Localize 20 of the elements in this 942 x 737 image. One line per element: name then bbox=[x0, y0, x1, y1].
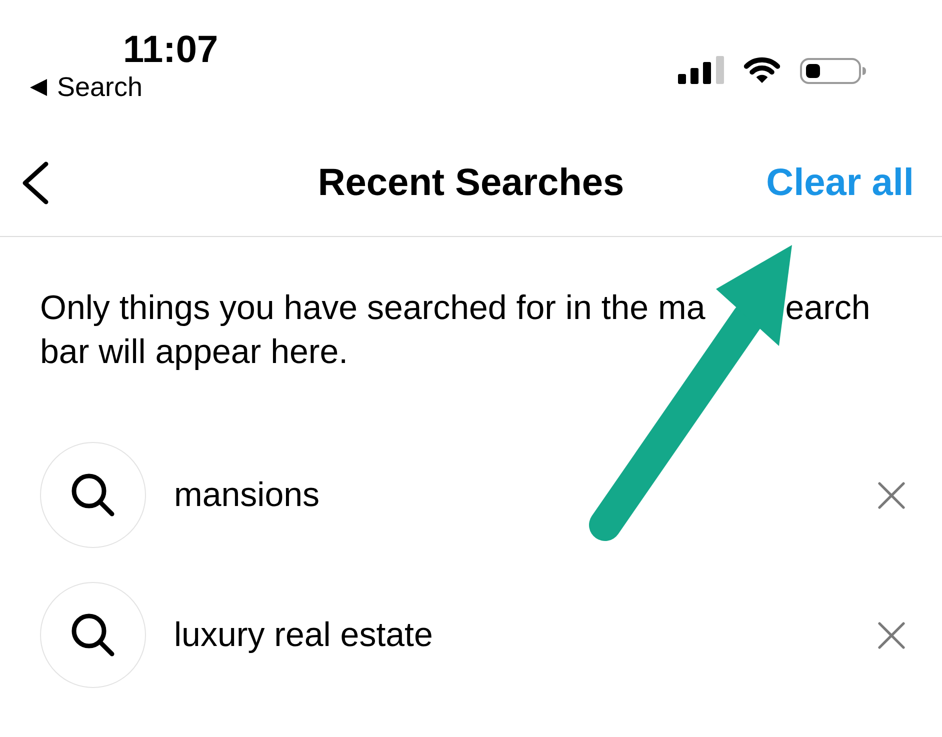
search-query[interactable]: luxury real estate bbox=[174, 618, 433, 652]
remove-search-button[interactable] bbox=[878, 482, 905, 508]
close-icon bbox=[878, 622, 905, 648]
close-icon bbox=[878, 482, 905, 508]
back-chevron-icon bbox=[20, 161, 50, 205]
search-icon bbox=[40, 582, 146, 688]
back-to-app-link[interactable]: Search bbox=[30, 74, 143, 101]
search-query[interactable]: mansions bbox=[174, 478, 320, 512]
search-icon bbox=[40, 442, 146, 548]
back-button[interactable] bbox=[20, 161, 50, 205]
wifi-icon bbox=[741, 57, 783, 84]
back-triangle-icon bbox=[30, 79, 47, 96]
signal-icon bbox=[678, 56, 724, 84]
remove-search-button[interactable] bbox=[878, 622, 905, 648]
info-text: bar will appear here. bbox=[40, 332, 348, 373]
battery-icon bbox=[800, 58, 866, 84]
page-title: Recent Searches bbox=[318, 164, 624, 202]
info-text: Only things you have searched for in the ma bbox=[40, 288, 706, 329]
status-time: 11:07 bbox=[123, 31, 218, 69]
info-text: earch bbox=[785, 288, 870, 329]
